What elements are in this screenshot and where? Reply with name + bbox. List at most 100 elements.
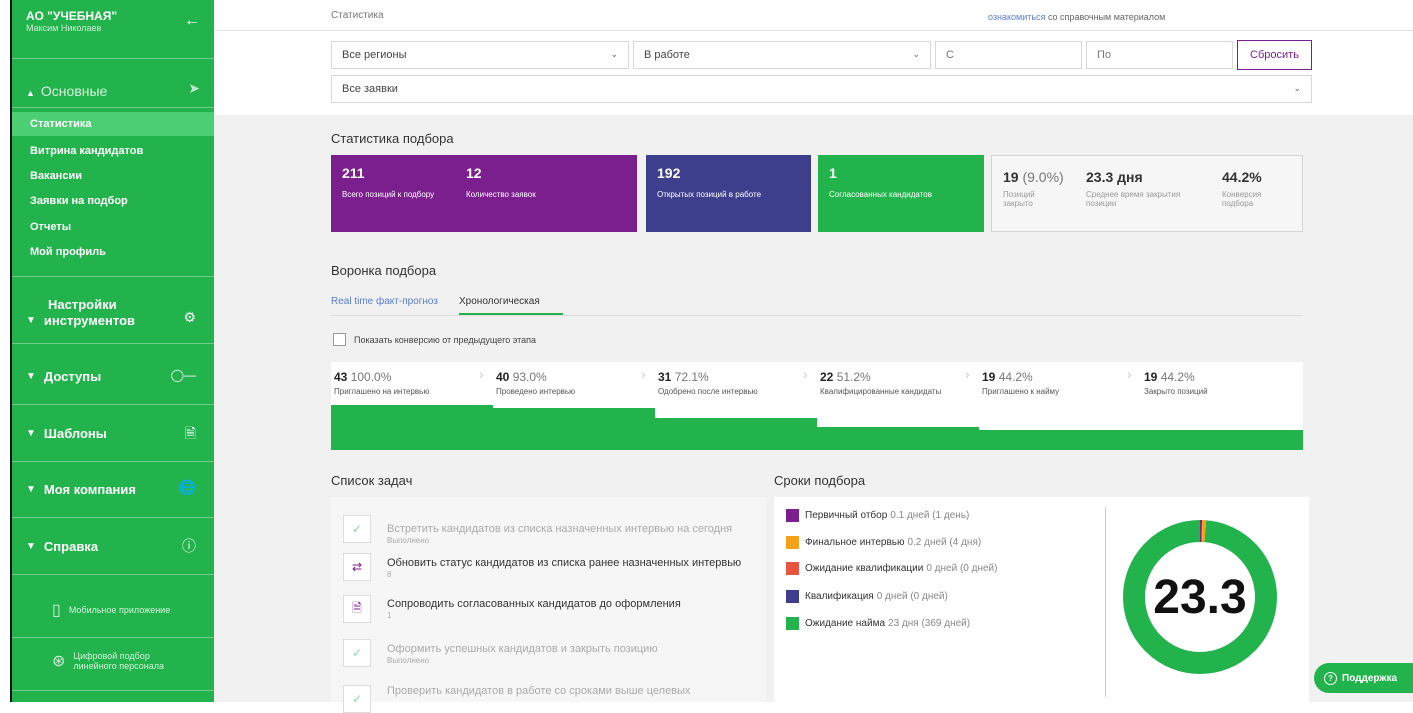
section-templates[interactable]: ▼ Шаблоны <box>26 426 107 441</box>
header-divider <box>214 30 1413 31</box>
funnel-stage: 19 44.2% Приглашено к найму <box>982 370 1059 396</box>
people-icon: ⊛ <box>52 653 66 670</box>
settings-label-line1[interactable]: Настройки <box>48 297 117 312</box>
funnel-bar <box>331 405 493 450</box>
task-text: Встретить кандидатов из списка назначенн… <box>387 523 733 535</box>
reset-button[interactable]: Сбросить <box>1237 40 1312 70</box>
funnel-stage-value: 43 100.0% <box>334 370 392 384</box>
funnel-panel: 43 100.0% Приглашено на интервью 40 93.0% П… <box>331 362 1303 450</box>
section-access[interactable]: ▼ Доступы <box>26 369 101 384</box>
rocket-icon: ➤ <box>188 80 200 96</box>
sidebar-item-statistics[interactable]: Статистика <box>30 118 92 130</box>
status-select[interactable]: В работе ⌄ <box>633 41 931 69</box>
legend-value: 0 дней (0 дней) <box>926 563 998 574</box>
stat-card-summary: 19 (9.0%) Позиций закрыто 23.3 дня Средне… <box>991 155 1303 232</box>
stat-open-num: 192 <box>657 165 681 181</box>
legend-value: 0.1 дней (1 день) <box>890 510 970 521</box>
sidebar-item-vacancies[interactable]: Вакансии <box>30 170 82 182</box>
document-icon: 🗎 <box>343 595 371 623</box>
section-main[interactable]: ▲ Основные <box>26 83 107 99</box>
legend-name: Квалификация <box>805 591 874 602</box>
sidebar-item-candidates[interactable]: Витрина кандидатов <box>30 145 143 157</box>
stats-title: Статистика подбора <box>331 131 454 146</box>
funnel-stage-label: Приглашено на интервью <box>334 387 430 396</box>
task-text: Обновить статус кандидатов из списка ран… <box>387 557 742 569</box>
section-help[interactable]: ▼ Справка <box>26 539 98 554</box>
funnel-stage-label: Приглашено к найму <box>982 387 1060 396</box>
timing-divider <box>1105 507 1106 697</box>
sidebar-item-profile[interactable]: Мой профиль <box>30 246 106 258</box>
chevron-right-icon: › <box>479 366 484 382</box>
date-to-field[interactable]: По <box>1086 41 1233 69</box>
sidebar-item-reports[interactable]: Отчеты <box>30 221 71 233</box>
checkmark-icon: ✓ <box>343 639 371 667</box>
mobile-app-link[interactable]: ▯ Мобильное приложение <box>52 600 170 620</box>
chevron-down-icon: ⌄ <box>912 49 920 59</box>
chevron-right-icon: › <box>1127 366 1132 382</box>
task-sub: 8 <box>387 570 392 579</box>
digital-label-2: линейного персонала <box>73 661 164 671</box>
reference-link[interactable]: ознакомиться <box>988 12 1045 22</box>
funnel-bar <box>493 408 655 450</box>
legend-item: Квалификация 0 дней (0 дней) <box>786 590 948 603</box>
conversion-checkbox-label: Показать конверсию от предыдущего этапа <box>354 335 537 345</box>
funnel-title: Воронка подбора <box>331 263 437 278</box>
avg-label-1: Среднее время закрытия <box>1086 190 1181 199</box>
chevron-right-icon: › <box>641 366 646 382</box>
closed-positions: 19 (9.0%) <box>1003 169 1064 185</box>
funnel-stage-pct: 72.1% <box>674 370 709 384</box>
funnel-stage: 31 72.1% Одобрено после интервью <box>658 370 758 396</box>
funnel-stage: 40 93.0% Проведено интервью <box>496 370 575 396</box>
divider <box>12 343 214 344</box>
sidebar-item-requests[interactable]: Заявки на подбор <box>30 195 128 207</box>
funnel-stage: 22 51.2% Квалифицированные кандидаты <box>820 370 941 396</box>
support-label: Поддержка <box>1342 672 1398 684</box>
task-text: Оформить успешных кандидатов и закрыть п… <box>387 643 658 655</box>
breadcrumb: Статистика <box>331 10 384 21</box>
legend-swatch <box>786 617 799 630</box>
stat-open-label: Открытых позиций в работе <box>657 190 762 199</box>
legend-swatch <box>786 509 799 522</box>
user-name: Максим Николаев <box>26 23 102 33</box>
date-from-field[interactable]: С <box>935 41 1082 69</box>
tab-active-underline <box>459 313 563 315</box>
closed-label: Позиций закрыто <box>1003 190 1035 208</box>
divider <box>12 690 214 691</box>
region-value: Все регионы <box>342 49 407 61</box>
closed-label-2: закрыто <box>1003 199 1033 208</box>
digital-hiring-link[interactable]: ⊛ Цифровой подбор линейного персонала <box>52 651 164 671</box>
access-label: Доступы <box>43 369 102 384</box>
avg-time: 23.3 дня <box>1086 169 1143 185</box>
funnel-stage-pct: 100.0% <box>350 370 392 384</box>
tasks-title: Список задач <box>331 473 413 488</box>
checkmark-icon: ✓ <box>343 515 371 543</box>
org-name: АО "УЧЕБНАЯ" <box>26 9 118 23</box>
section-company[interactable]: ▼ Моя компания <box>26 482 136 497</box>
mobile-app-label: Мобильное приложение <box>68 605 171 615</box>
stat-total-label: Всего позиций к подбору <box>342 190 435 199</box>
collapse-arrow-icon[interactable]: ← <box>184 12 200 30</box>
date-to-placeholder: По <box>1097 49 1112 61</box>
settings-label-line2: инструментов <box>43 313 136 328</box>
stat-card-approved: 1 Согласованных кандидатов <box>818 155 984 232</box>
templates-label: Шаблоны <box>43 426 107 441</box>
funnel-stage-label: Закрыто позиций <box>1144 387 1208 396</box>
section-settings[interactable]: ▼ инструментов <box>26 313 135 328</box>
tasks-panel: ✓ Встретить кандидатов из списка назначе… <box>331 497 766 713</box>
stat-card-total: 211 Всего позиций к подбору 12 Количеств… <box>331 155 637 232</box>
donut-total: 23.3 <box>1153 570 1247 624</box>
avg-time-label: Среднее время закрытия позиции <box>1086 190 1180 208</box>
support-button[interactable]: ? Поддержка <box>1314 663 1413 693</box>
legend-swatch <box>786 562 799 575</box>
tab-divider <box>331 315 1303 316</box>
task-sub: Выполнено <box>387 656 430 665</box>
conversion-checkbox[interactable] <box>333 333 346 346</box>
region-select[interactable]: Все регионы ⌄ <box>331 41 629 69</box>
requests-select[interactable]: Все заявки ⌄ <box>331 75 1312 103</box>
stat-total-num: 211 <box>342 165 365 181</box>
tab-realtime[interactable]: Real time факт-прогноз <box>331 296 438 307</box>
timing-title: Сроки подбора <box>774 473 866 488</box>
funnel-stage-pct: 51.2% <box>836 370 871 384</box>
info-icon: ⓘ <box>182 538 196 554</box>
tab-chronological[interactable]: Хронологическая <box>459 296 540 307</box>
